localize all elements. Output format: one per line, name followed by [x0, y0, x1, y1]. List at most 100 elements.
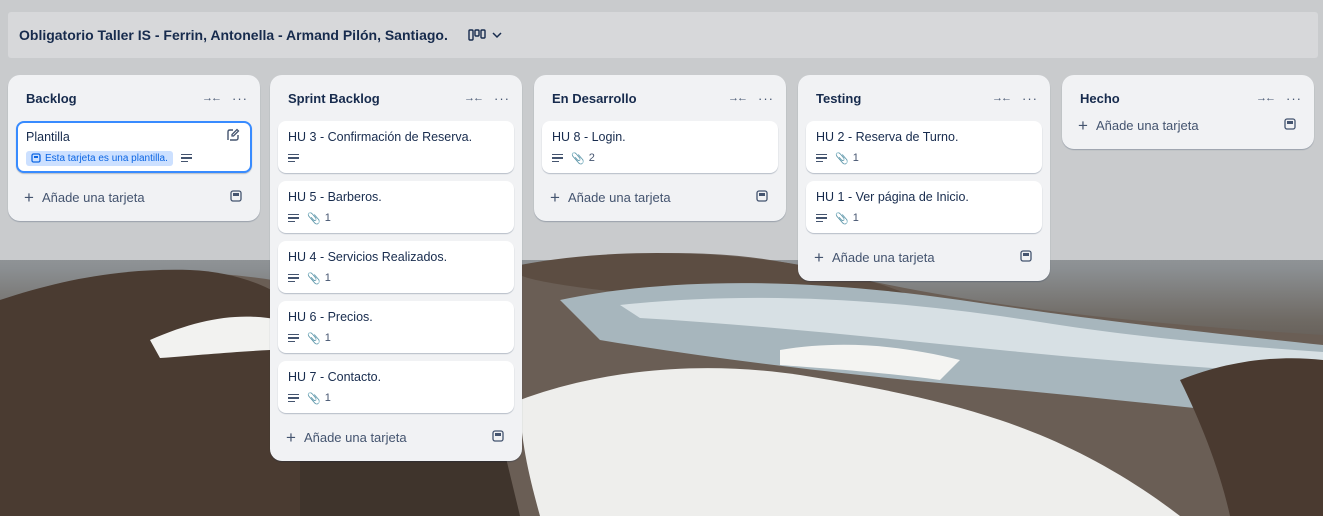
attachment-count: 1 [852, 152, 859, 164]
board-header: Obligatorio Taller IS - Ferrin, Antonell… [8, 12, 1318, 58]
card[interactable]: HU 6 - Precios. 📎 1 [278, 301, 514, 353]
add-card-button[interactable]: + Añade una tarjeta [550, 189, 671, 206]
edit-icon[interactable] [226, 128, 242, 144]
attachment-badge: 📎 1 [307, 272, 331, 285]
paperclip-icon: 📎 [307, 272, 321, 285]
card[interactable]: HU 2 - Reserva de Turno. 📎 1 [806, 121, 1042, 173]
attachment-count: 1 [324, 332, 331, 344]
template-badge: Esta tarjeta es una plantilla. [26, 150, 173, 166]
add-card-label: Añade una tarjeta [41, 189, 145, 205]
create-from-template-icon[interactable] [1020, 250, 1034, 264]
plus-icon: + [24, 187, 34, 207]
template-badge-text: Esta tarjeta es una plantilla. [45, 152, 168, 164]
collapse-arrows-icon[interactable]: →← [202, 92, 222, 104]
add-card-row: + Añade una tarjeta [1070, 109, 1306, 141]
list-title[interactable]: Backlog [26, 91, 77, 106]
list-testing: Testing →← ··· HU 2 - Reserva de Turno. … [798, 75, 1050, 281]
attachment-badge: 📎 1 [835, 212, 859, 225]
list-header: Backlog →← ··· [16, 75, 252, 121]
card-title: HU 3 - Confirmación de Reserva. [288, 130, 473, 144]
list-backlog: Backlog →← ··· Plantilla Esta tarjeta es… [8, 75, 260, 221]
template-icon [31, 153, 41, 163]
add-card-button[interactable]: + Añade una tarjeta [286, 429, 407, 446]
add-card-row: + Añade una tarjeta [806, 241, 1042, 273]
card-title: HU 7 - Contacto. [288, 370, 382, 384]
board-view-icon[interactable] [468, 28, 486, 42]
card[interactable]: HU 3 - Confirmación de Reserva. [278, 121, 514, 173]
paperclip-icon: 📎 [571, 152, 585, 165]
description-icon [816, 213, 827, 223]
paperclip-icon: 📎 [835, 152, 849, 165]
plus-icon: + [1078, 115, 1088, 135]
add-card-button[interactable]: + Añade una tarjeta [24, 189, 145, 206]
paperclip-icon: 📎 [307, 392, 321, 405]
description-icon [288, 333, 299, 343]
add-card-button[interactable]: + Añade una tarjeta [1078, 117, 1199, 134]
list-title[interactable]: Sprint Backlog [288, 91, 380, 106]
add-card-row: + Añade una tarjeta [16, 181, 252, 213]
board-title[interactable]: Obligatorio Taller IS - Ferrin, Antonell… [19, 27, 448, 43]
add-card-button[interactable]: + Añade una tarjeta [814, 249, 935, 266]
add-card-row: + Añade una tarjeta [542, 181, 778, 213]
attachment-count: 1 [324, 272, 331, 284]
description-icon [816, 153, 827, 163]
paperclip-icon: 📎 [307, 212, 321, 225]
collapse-arrows-icon[interactable]: →← [464, 92, 484, 104]
description-icon [552, 153, 563, 163]
card-title: HU 8 - Login. [552, 130, 626, 144]
plus-icon: + [286, 427, 296, 447]
list-title[interactable]: Hecho [1080, 91, 1120, 106]
plus-icon: + [550, 187, 560, 207]
card[interactable]: HU 1 - Ver página de Inicio. 📎 1 [806, 181, 1042, 233]
create-from-template-icon[interactable] [756, 190, 770, 204]
card-title: HU 4 - Servicios Realizados. [288, 250, 448, 264]
add-card-label: Añade una tarjeta [831, 249, 935, 265]
card[interactable]: HU 7 - Contacto. 📎 1 [278, 361, 514, 413]
attachment-count: 2 [588, 152, 595, 164]
list-title[interactable]: Testing [816, 91, 861, 106]
plus-icon: + [814, 247, 824, 267]
list-en-desarrollo: En Desarrollo →← ··· HU 8 - Login. 📎 2 + … [534, 75, 786, 221]
create-from-template-icon[interactable] [1284, 118, 1298, 132]
more-icon[interactable]: ··· [232, 91, 248, 106]
paperclip-icon: 📎 [307, 332, 321, 345]
chevron-down-icon[interactable] [492, 28, 502, 42]
list-header: En Desarrollo →← ··· [542, 75, 778, 121]
card[interactable]: HU 4 - Servicios Realizados. 📎 1 [278, 241, 514, 293]
list-title[interactable]: En Desarrollo [552, 91, 637, 106]
attachment-badge: 📎 2 [571, 152, 595, 165]
attachment-badge: 📎 1 [835, 152, 859, 165]
description-icon [288, 393, 299, 403]
attachment-badge: 📎 1 [307, 212, 331, 225]
attachment-count: 1 [852, 212, 859, 224]
collapse-arrows-icon[interactable]: →← [1256, 92, 1276, 104]
collapse-arrows-icon[interactable]: →← [992, 92, 1012, 104]
card[interactable]: HU 8 - Login. 📎 2 [542, 121, 778, 173]
card-title: HU 2 - Reserva de Turno. [816, 130, 959, 144]
create-from-template-icon[interactable] [492, 430, 506, 444]
list-hecho: Hecho →← ··· + Añade una tarjeta [1062, 75, 1314, 149]
card-title: HU 1 - Ver página de Inicio. [816, 190, 969, 204]
description-icon [288, 153, 299, 163]
more-icon[interactable]: ··· [758, 91, 774, 106]
attachment-count: 1 [324, 392, 331, 404]
card-template[interactable]: Plantilla Esta tarjeta es una plantilla. [16, 121, 252, 173]
collapse-arrows-icon[interactable]: →← [728, 92, 748, 104]
list-header: Testing →← ··· [806, 75, 1042, 121]
add-card-label: Añade una tarjeta [303, 429, 407, 445]
more-icon[interactable]: ··· [494, 91, 510, 106]
card[interactable]: HU 5 - Barberos. 📎 1 [278, 181, 514, 233]
more-icon[interactable]: ··· [1286, 91, 1302, 106]
attachment-count: 1 [324, 212, 331, 224]
list-header: Sprint Backlog →← ··· [278, 75, 514, 121]
create-from-template-icon[interactable] [230, 190, 244, 204]
description-icon [288, 273, 299, 283]
list-sprint-backlog: Sprint Backlog →← ··· HU 3 - Confirmació… [270, 75, 522, 461]
more-icon[interactable]: ··· [1022, 91, 1038, 106]
description-icon [180, 153, 192, 163]
card-title: HU 5 - Barberos. [288, 190, 382, 204]
attachment-badge: 📎 1 [307, 392, 331, 405]
add-card-label: Añade una tarjeta [1095, 117, 1199, 133]
card-title: Plantilla [26, 130, 70, 144]
add-card-label: Añade una tarjeta [567, 189, 671, 205]
